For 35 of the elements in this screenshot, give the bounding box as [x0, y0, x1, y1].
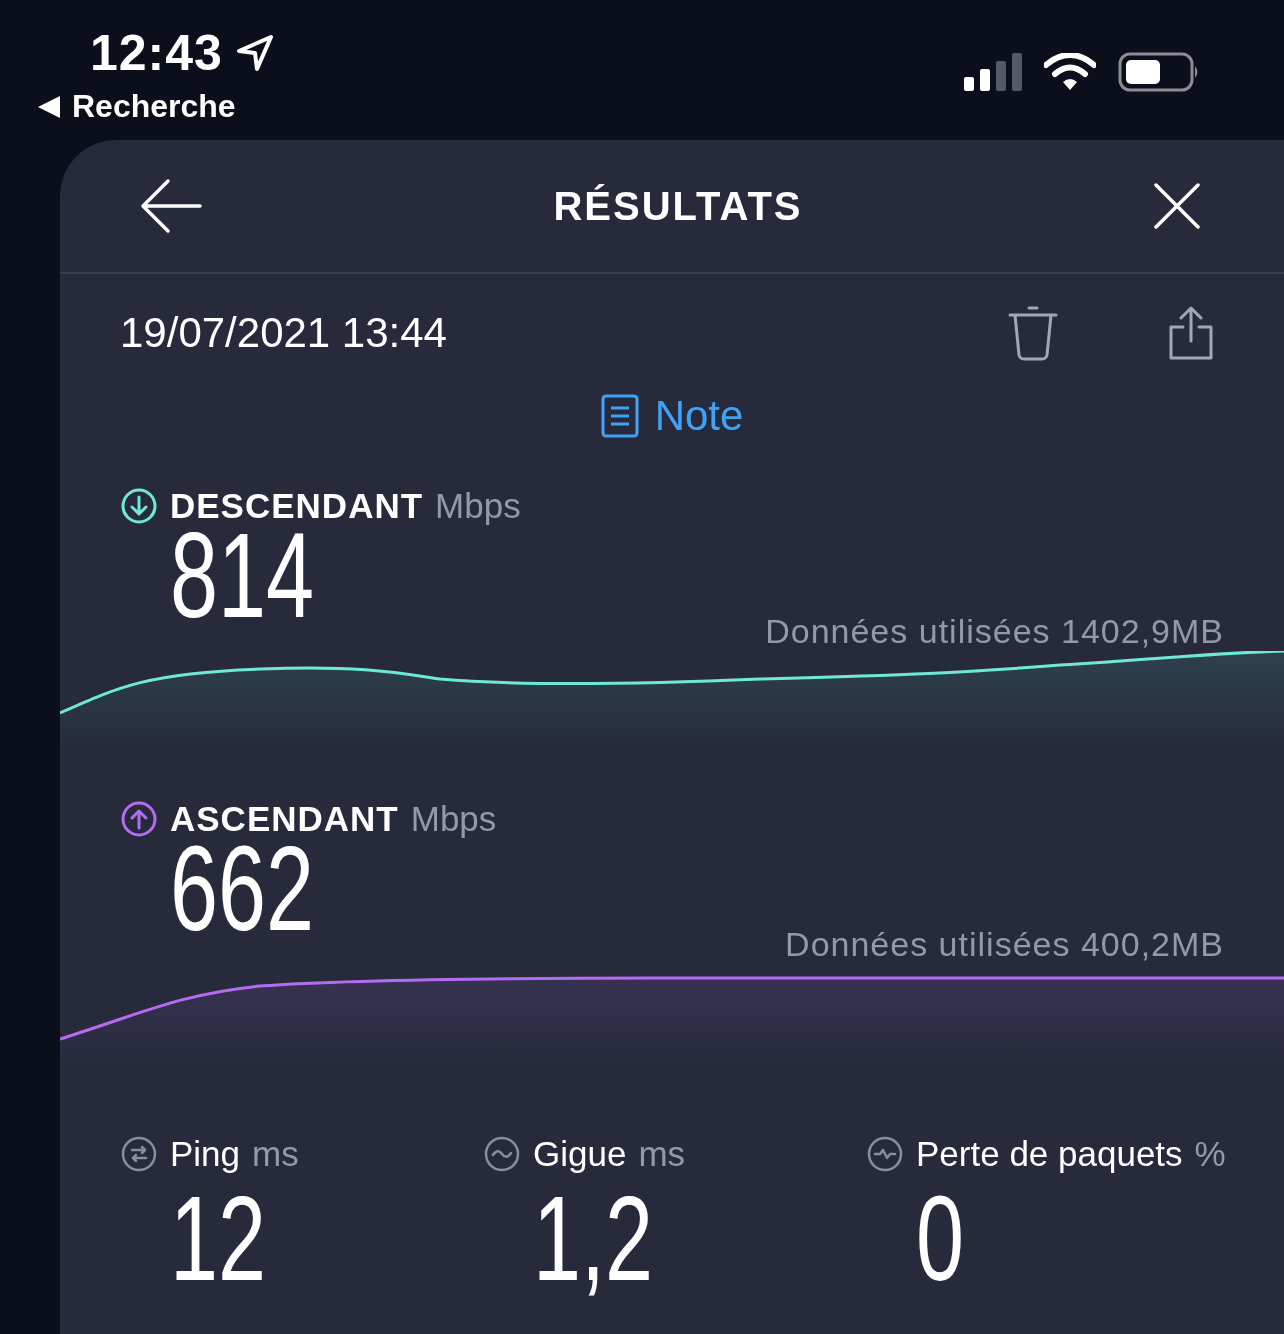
wifi-icon [1044, 53, 1096, 91]
unit-label: Mbps [435, 486, 521, 526]
location-arrow-icon [234, 33, 275, 73]
close-icon [1154, 183, 1200, 229]
trash-icon [1008, 305, 1058, 361]
back-triangle-icon [38, 95, 60, 118]
unit-label: % [1194, 1134, 1226, 1174]
unit-label: ms [638, 1134, 686, 1174]
back-button[interactable] [140, 178, 202, 234]
ping-icon [120, 1135, 158, 1173]
test-datetime: 19/07/2021 13:44 [120, 309, 447, 357]
unit-label: ms [252, 1134, 299, 1174]
metric-label: Perte de paquets [916, 1134, 1183, 1174]
battery-icon [1118, 52, 1200, 92]
unit-label: Mbps [410, 799, 497, 839]
clock-time: 12:43 [90, 24, 223, 82]
loss-icon [866, 1135, 904, 1173]
back-link[interactable]: Recherche [38, 88, 236, 125]
metric-value: 12 [170, 1178, 267, 1298]
share-icon [1168, 305, 1214, 361]
metric-label: Gigue [533, 1134, 627, 1174]
share-button[interactable] [1168, 305, 1214, 361]
note-button[interactable]: Note [600, 392, 744, 440]
close-button[interactable] [1154, 183, 1200, 229]
page-title: RÉSULTATS [553, 183, 803, 229]
signal-icon [964, 53, 1022, 91]
metric-value: 1,2 [533, 1178, 654, 1298]
back-arrow-icon [140, 178, 202, 234]
note-icon [600, 394, 639, 438]
data-used-text: Données utilisées 400,2MB [785, 925, 1224, 964]
metric-value: 0 [916, 1178, 965, 1298]
metric-label: Ping [170, 1134, 241, 1174]
data-used-text: Données utilisées 1402,9MB [765, 612, 1224, 651]
delete-button[interactable] [1008, 305, 1058, 361]
jitter-icon [483, 1135, 521, 1173]
